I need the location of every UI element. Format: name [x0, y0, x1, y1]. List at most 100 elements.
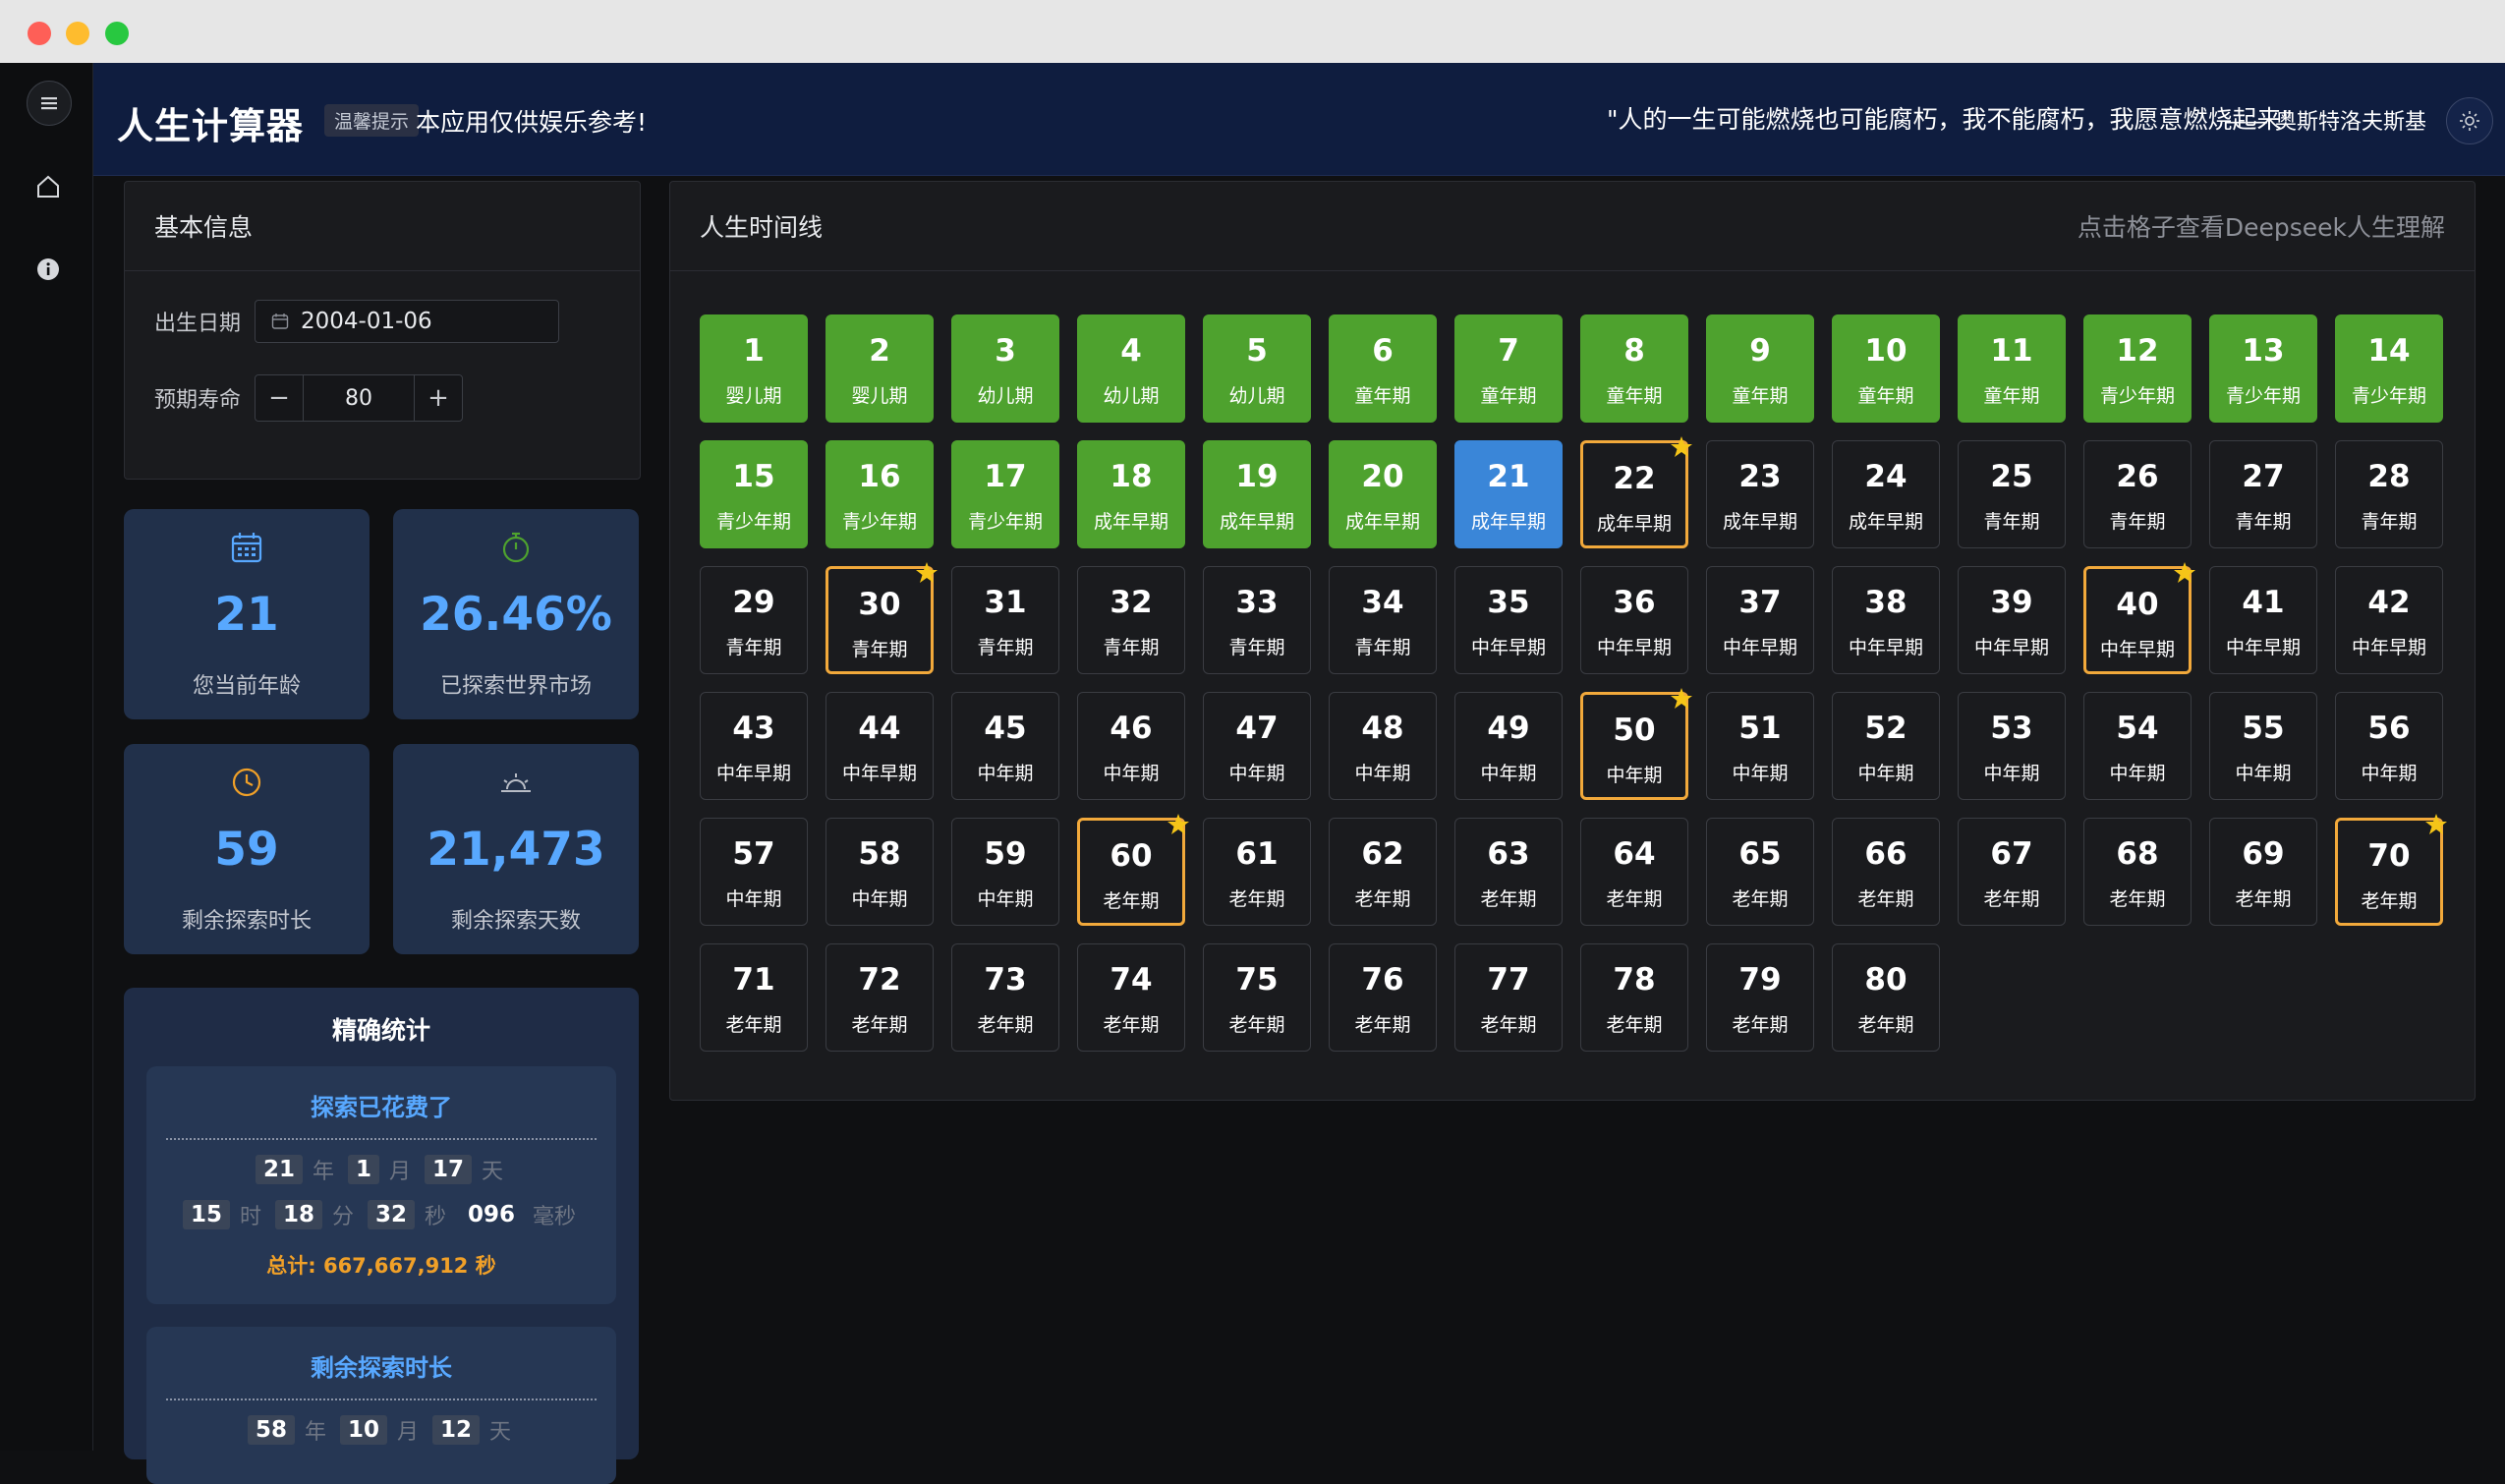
year-cell[interactable]: 55 中年期 — [2209, 692, 2317, 800]
year-cell[interactable]: 66 老年期 — [1832, 818, 1940, 926]
year-cell[interactable]: 79 老年期 — [1706, 943, 1814, 1052]
year-cell[interactable]: 64 老年期 — [1580, 818, 1688, 926]
year-cell[interactable]: 41 中年早期 — [2209, 566, 2317, 674]
year-cell[interactable]: 63 老年期 — [1454, 818, 1563, 926]
year-cell[interactable]: 58 中年期 — [826, 818, 934, 926]
year-cell[interactable]: 70 老年期 — [2335, 814, 2447, 926]
year-cell[interactable]: 53 中年期 — [1958, 692, 2066, 800]
year-cell[interactable]: 44 中年早期 — [826, 692, 934, 800]
year-cell[interactable]: 60 老年期 — [1077, 814, 1189, 926]
year-cell[interactable]: 30 青年期 — [826, 562, 938, 674]
increment-button[interactable]: + — [415, 375, 462, 421]
year-cell[interactable]: 35 中年早期 — [1454, 566, 1563, 674]
year-cell[interactable]: 43 中年早期 — [700, 692, 808, 800]
year-cell[interactable]: 59 中年期 — [951, 818, 1059, 926]
year-cell[interactable]: 57 中年期 — [700, 818, 808, 926]
year-cell[interactable]: 34 青年期 — [1329, 566, 1437, 674]
nav-info-button[interactable] — [27, 248, 70, 291]
year-cell[interactable]: 72 老年期 — [826, 943, 934, 1052]
year-cell[interactable]: 32 青年期 — [1077, 566, 1185, 674]
year-cell[interactable]: 2 婴儿期 — [826, 314, 934, 423]
year-cell[interactable]: 11 童年期 — [1958, 314, 2066, 423]
year-number: 54 — [2116, 711, 2159, 746]
year-cell[interactable]: 26 青年期 — [2083, 440, 2192, 548]
year-number: 33 — [1235, 585, 1279, 620]
timeline-header: 人生时间线 点击格子查看Deepseek人生理解 — [670, 182, 2475, 271]
year-cell[interactable]: 68 老年期 — [2083, 818, 2192, 926]
year-number: 39 — [1990, 585, 2033, 620]
year-cell[interactable]: 46 中年期 — [1077, 692, 1185, 800]
year-cell[interactable]: 10 童年期 — [1832, 314, 1940, 423]
year-cell[interactable]: 76 老年期 — [1329, 943, 1437, 1052]
divider — [166, 1398, 597, 1400]
year-cell[interactable]: 24 成年早期 — [1832, 440, 1940, 548]
year-cell[interactable]: 36 中年早期 — [1580, 566, 1688, 674]
year-cell[interactable]: 77 老年期 — [1454, 943, 1563, 1052]
year-cell[interactable]: 20 成年早期 — [1329, 440, 1437, 548]
year-cell[interactable]: 78 老年期 — [1580, 943, 1688, 1052]
year-cell[interactable]: 67 老年期 — [1958, 818, 2066, 926]
year-cell[interactable]: 8 童年期 — [1580, 314, 1688, 423]
year-cell[interactable]: 45 中年期 — [951, 692, 1059, 800]
year-cell[interactable]: 49 中年期 — [1454, 692, 1563, 800]
year-cell[interactable]: 27 青年期 — [2209, 440, 2317, 548]
year-number: 36 — [1613, 585, 1656, 620]
year-cell[interactable]: 54 中年期 — [2083, 692, 2192, 800]
year-cell[interactable]: 61 老年期 — [1203, 818, 1311, 926]
nav-home-button[interactable] — [27, 165, 70, 208]
year-cell[interactable]: 38 中年早期 — [1832, 566, 1940, 674]
year-cell[interactable]: 47 中年期 — [1203, 692, 1311, 800]
year-cell[interactable]: 9 童年期 — [1706, 314, 1814, 423]
year-cell[interactable]: 28 青年期 — [2335, 440, 2443, 548]
year-cell[interactable]: 33 青年期 — [1203, 566, 1311, 674]
year-cell[interactable]: 42 中年早期 — [2335, 566, 2443, 674]
year-cell[interactable]: 48 中年期 — [1329, 692, 1437, 800]
year-stage: 老年期 — [1354, 1014, 1411, 1036]
year-cell[interactable]: 17 青少年期 — [951, 440, 1059, 548]
year-cell[interactable]: 65 老年期 — [1706, 818, 1814, 926]
year-number: 30 — [858, 587, 901, 622]
year-cell[interactable]: 31 青年期 — [951, 566, 1059, 674]
life-expectancy-input[interactable]: 80 — [303, 375, 415, 421]
year-cell[interactable]: 6 童年期 — [1329, 314, 1437, 423]
year-cell[interactable]: 80 老年期 — [1832, 943, 1940, 1052]
year-cell[interactable]: 5 幼儿期 — [1203, 314, 1311, 423]
year-cell[interactable]: 14 青少年期 — [2335, 314, 2443, 423]
year-cell[interactable]: 29 青年期 — [700, 566, 808, 674]
year-cell[interactable]: 23 成年早期 — [1706, 440, 1814, 548]
year-cell[interactable]: 16 青少年期 — [826, 440, 934, 548]
year-cell[interactable]: 3 幼儿期 — [951, 314, 1059, 423]
year-number: 7 — [1498, 333, 1519, 369]
minimize-window-button[interactable] — [66, 22, 89, 45]
year-cell[interactable]: 15 青少年期 — [700, 440, 808, 548]
year-cell[interactable]: 37 中年早期 — [1706, 566, 1814, 674]
year-cell[interactable]: 52 中年期 — [1832, 692, 1940, 800]
year-cell[interactable]: 7 童年期 — [1454, 314, 1563, 423]
year-cell[interactable]: 71 老年期 — [700, 943, 808, 1052]
year-cell[interactable]: 50 中年期 — [1580, 688, 1692, 800]
year-cell[interactable]: 40 中年早期 — [2083, 562, 2195, 674]
year-cell[interactable]: 1 婴儿期 — [700, 314, 808, 423]
year-cell[interactable]: 4 幼儿期 — [1077, 314, 1185, 423]
birth-date-input[interactable]: 2004-01-06 — [255, 300, 559, 343]
zoom-window-button[interactable] — [105, 22, 129, 45]
menu-toggle-button[interactable] — [27, 81, 72, 126]
close-window-button[interactable] — [28, 22, 51, 45]
year-cell[interactable]: 62 老年期 — [1329, 818, 1437, 926]
year-cell[interactable]: 74 老年期 — [1077, 943, 1185, 1052]
year-cell[interactable]: 51 中年期 — [1706, 692, 1814, 800]
year-cell[interactable]: 19 成年早期 — [1203, 440, 1311, 548]
year-cell[interactable]: 25 青年期 — [1958, 440, 2066, 548]
year-cell[interactable]: 75 老年期 — [1203, 943, 1311, 1052]
year-cell[interactable]: 13 青少年期 — [2209, 314, 2317, 423]
year-cell[interactable]: 39 中年早期 — [1958, 566, 2066, 674]
year-cell[interactable]: 22 成年早期 — [1580, 436, 1692, 548]
year-cell[interactable]: 21 成年早期 — [1454, 440, 1563, 548]
theme-toggle-button[interactable] — [2446, 97, 2493, 144]
year-cell[interactable]: 73 老年期 — [951, 943, 1059, 1052]
year-cell[interactable]: 69 老年期 — [2209, 818, 2317, 926]
decrement-button[interactable]: − — [256, 375, 303, 421]
year-cell[interactable]: 18 成年早期 — [1077, 440, 1185, 548]
year-cell[interactable]: 56 中年期 — [2335, 692, 2443, 800]
year-cell[interactable]: 12 青少年期 — [2083, 314, 2192, 423]
